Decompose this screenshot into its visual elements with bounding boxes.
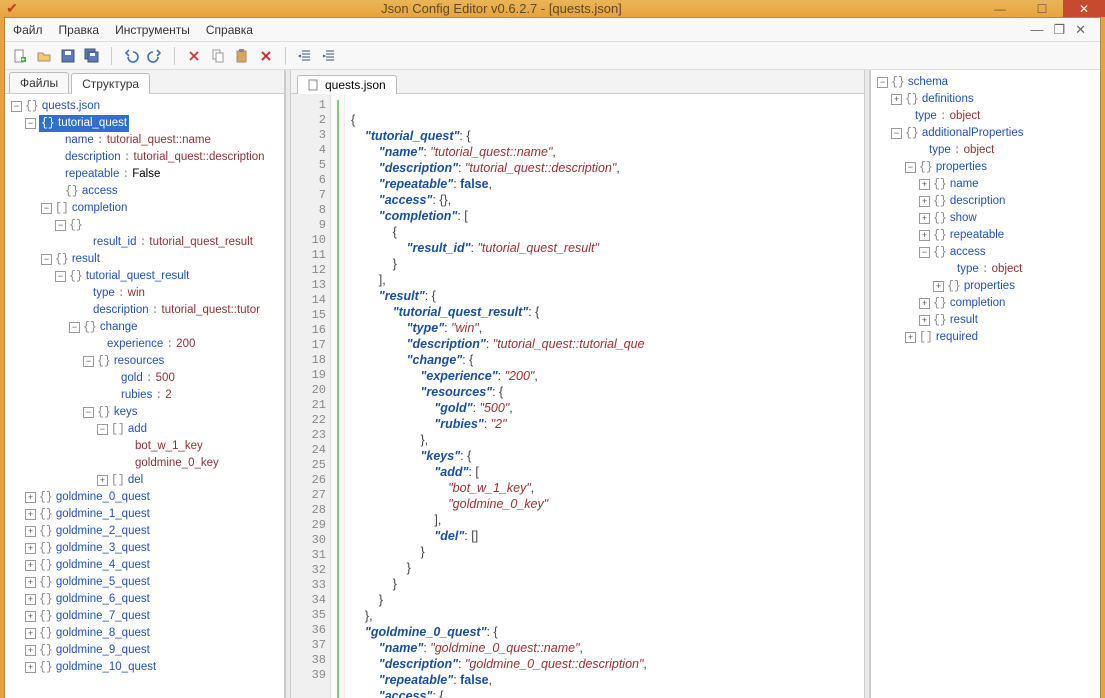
tab-structure[interactable]: Структура [71,73,150,94]
save-all-icon[interactable] [83,47,101,65]
new-file-icon[interactable] [11,47,29,65]
toolbar [5,42,1100,70]
code-editor[interactable]: for(let i=1;i<=39;i++)document.write(i+"… [291,94,864,698]
fold-gutter[interactable] [331,94,345,698]
line-gutter: for(let i=1;i<=39;i++)document.write(i+"… [291,94,331,698]
open-file-icon[interactable] [35,47,53,65]
app-icon: ✔ [0,0,24,17]
mdi-close[interactable]: ✕ [1075,22,1086,38]
redo-icon[interactable] [146,47,164,65]
mdi-controls: — ❐ ✕ [1030,22,1086,38]
menu-help[interactable]: Справка [206,23,253,37]
delete-icon[interactable] [257,47,275,65]
menu-bar: Файл Правка Инструменты Справка — ❐ ✕ [5,18,1100,42]
maximize-button[interactable]: ☐ [1021,0,1063,17]
editor-panel: quests.json for(let i=1;i<=39;i++)docume… [291,70,864,698]
structure-tree[interactable]: −{} quests.json −{} tutorial_quest name … [5,94,284,698]
code-area[interactable]: { "tutorial_quest": { "name": "tutorial_… [345,94,864,698]
window-title: Json Config Editor v0.6.2.7 - [quests.js… [24,1,979,16]
close-button[interactable]: ✕ [1063,0,1105,17]
menu-file[interactable]: Файл [13,23,43,37]
paste-icon[interactable] [233,47,251,65]
menu-edit[interactable]: Правка [59,23,100,37]
copy-icon[interactable] [209,47,227,65]
undo-icon[interactable] [122,47,140,65]
schema-panel[interactable]: −{} schema +{} definitions type : object… [870,70,1100,698]
file-icon [308,79,320,91]
save-icon[interactable] [59,47,77,65]
left-panel: Файлы Структура −{} quests.json −{} tuto… [5,70,285,698]
expand-icon[interactable]: − [11,101,22,112]
minimize-button[interactable]: — [979,0,1021,17]
tab-files[interactable]: Файлы [9,72,69,93]
title-bar: ✔ Json Config Editor v0.6.2.7 - [quests.… [0,0,1105,17]
menu-tools[interactable]: Инструменты [115,23,190,37]
cut-icon[interactable] [185,47,203,65]
mdi-minimize[interactable]: — [1030,22,1043,38]
outdent-icon[interactable] [296,47,314,65]
file-tab[interactable]: quests.json [297,75,397,94]
mdi-restore[interactable]: ❐ [1053,22,1065,38]
tree-node-selected[interactable]: {} tutorial_quest [39,115,129,132]
indent-icon[interactable] [320,47,338,65]
